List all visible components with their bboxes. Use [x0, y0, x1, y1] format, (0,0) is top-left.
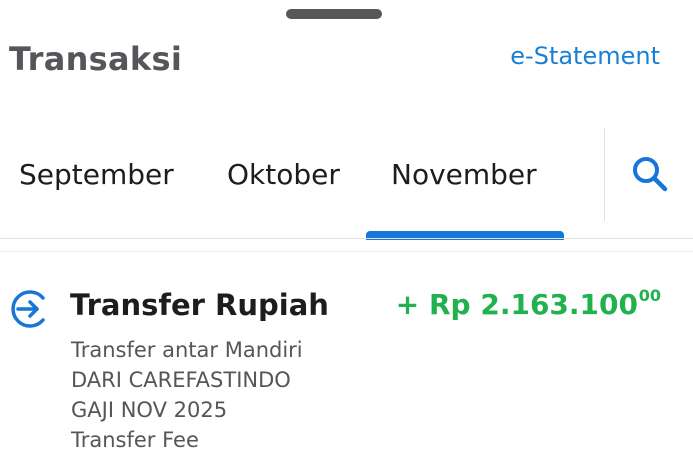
transfer-arrow-icon: [8, 288, 50, 330]
month-tabs: September Oktober November: [0, 128, 693, 240]
transaction-detail-line: Transfer antar Mandiri: [71, 338, 303, 362]
tabs-separator: [604, 128, 605, 221]
transaction-amount-decimals: 00: [638, 286, 661, 305]
e-statement-link[interactable]: e-Statement: [510, 42, 660, 70]
transaction-type: Transfer Rupiah: [70, 288, 329, 322]
transaction-detail-line: DARI CAREFASTINDO: [71, 368, 291, 392]
transaction-amount: + Rp 2.163.100: [395, 288, 638, 321]
tab-september[interactable]: September: [19, 158, 174, 191]
list-divider: [0, 251, 693, 252]
header-divider: [0, 238, 693, 239]
transaction-detail-line: GAJI NOV 2025: [71, 398, 228, 422]
drag-handle[interactable]: [286, 9, 382, 19]
page-title: Transaksi: [9, 40, 183, 78]
search-icon[interactable]: [630, 155, 670, 195]
transaction-item[interactable]: Transfer Rupiah + Rp 2.163.100 00 Transf…: [0, 280, 693, 470]
tab-november[interactable]: November: [391, 158, 537, 191]
transaction-detail-line: Transfer Fee: [71, 428, 199, 452]
tab-oktober[interactable]: Oktober: [227, 158, 340, 191]
